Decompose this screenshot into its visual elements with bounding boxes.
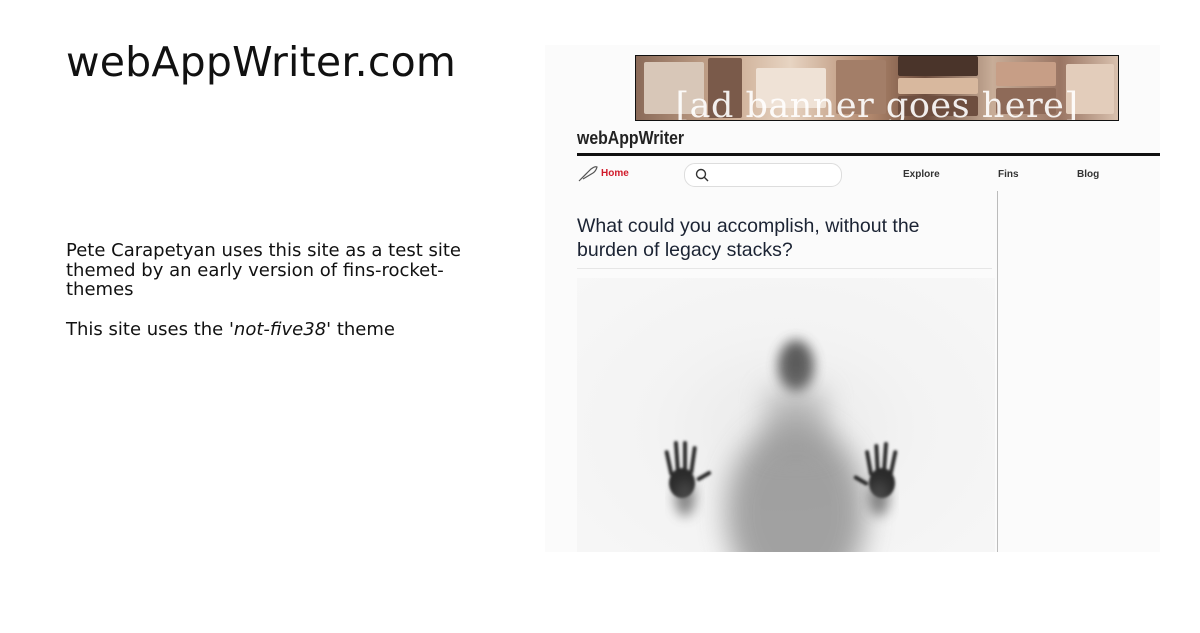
blurred-figure-image	[664, 340, 898, 552]
inner-site-logo[interactable]: webAppWriter	[577, 128, 684, 149]
header-divider	[577, 153, 1160, 156]
search-input[interactable]	[684, 163, 842, 187]
site-screenshot-preview: [ad banner goes here] webAppWriter Home …	[545, 45, 1160, 552]
sidebar-divider	[997, 191, 998, 552]
search-icon	[695, 168, 709, 182]
book-decoration	[898, 56, 978, 76]
nav-explore[interactable]: Explore	[903, 169, 940, 180]
heading-divider	[577, 268, 992, 269]
nav-blog[interactable]: Blog	[1077, 169, 1099, 180]
article-heading[interactable]: What could you accomplish, without the b…	[577, 214, 977, 262]
theme-suffix: theme	[331, 318, 395, 340]
quill-icon	[578, 166, 598, 182]
site-description: Pete Carapetyan uses this site as a test…	[66, 241, 486, 359]
theme-name: 'not-five38'	[228, 318, 332, 340]
theme-prefix: This site uses the	[66, 318, 229, 340]
article-hero-image	[577, 278, 995, 552]
nav-home[interactable]: Home	[601, 168, 629, 179]
nav-fins[interactable]: Fins	[998, 169, 1019, 180]
book-decoration	[996, 62, 1056, 86]
ad-banner: [ad banner goes here]	[635, 55, 1119, 121]
theme-note: This site uses the 'not-five38' theme	[66, 318, 486, 340]
description-text: Pete Carapetyan uses this site as a test…	[66, 240, 461, 300]
ad-banner-text: [ad banner goes here]	[675, 86, 1079, 121]
inner-nav-bar: Home Explore Fins Blog	[577, 161, 1160, 191]
page: webAppWriter.com Pete Carapetyan uses th…	[0, 0, 1200, 633]
site-title: webAppWriter.com	[66, 38, 457, 86]
